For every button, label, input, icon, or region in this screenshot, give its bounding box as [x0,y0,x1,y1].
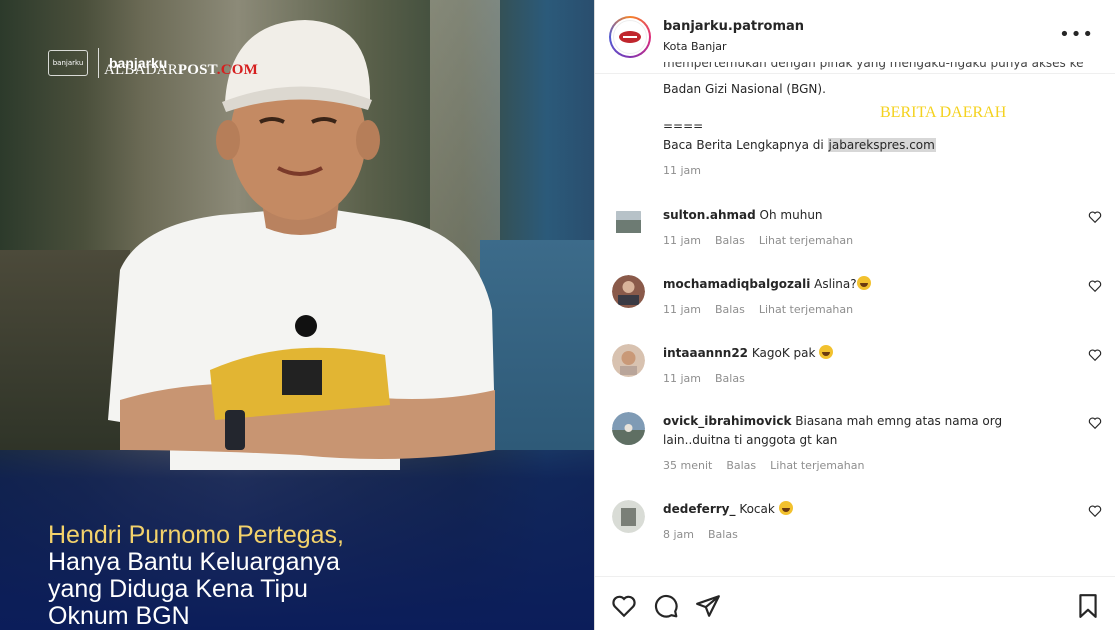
comment-meta: 11 jam Balas Lihat terjemahan [663,231,1063,250]
commenter-avatar[interactable] [612,275,645,308]
headline-line-2: Hanya Bantu Keluarganya [48,548,340,576]
brand-divider [98,48,99,78]
caption-time: 11 jam [663,164,702,177]
reply-button[interactable]: Balas [715,300,745,319]
see-translation-button[interactable]: Lihat terjemahan [759,300,853,319]
comment-icon[interactable] [653,593,679,619]
comment-item: mochamadiqbalgozali Aslina? 11 jam Balas… [595,275,1115,335]
comment-item: ovick_ibrahimovick Biasana mah emng atas… [595,412,1115,472]
comment-time: 11 jam [663,303,702,316]
caption-read-more: Baca Berita Lengkapnya di jabarekspres.c… [663,136,1103,155]
comment-body: sulton.ahmad Oh muhun 11 jam Balas Lihat… [663,206,1063,250]
profile-username[interactable]: banjarku.patroman [663,19,804,34]
heart-icon[interactable] [1088,504,1102,518]
watermark-part-1: ALBADAR [104,62,178,78]
comment-username[interactable]: ovick_ibrahimovick [663,414,791,428]
caption-clipped-line: mempertemukan dengan pihak yang mengaku-… [663,62,1103,80]
brand-mark-text: banjarku [52,59,84,67]
comment-time: 11 jam [663,234,702,247]
caption-line-1: Badan Gizi Nasional (BGN). [663,82,826,96]
caption-read-more-prefix: Baca Berita Lengkapnya di [663,138,828,152]
post-sidebar: banjarku.patroman Kota Banjar ••• memper… [594,0,1115,630]
profile-avatar[interactable] [609,16,651,58]
headline-line-4: Oknum BGN [48,602,190,630]
watermark-albadarpost: ALBADARPOST.COM [104,62,258,79]
post-image[interactable]: banjarku banjarku ALBADARPOST.COM Hendri… [0,0,594,630]
laughing-emoji-icon [778,501,793,515]
more-options-icon[interactable]: ••• [1059,26,1094,44]
comment-body: mochamadiqbalgozali Aslina? 11 jam Balas… [663,275,1063,319]
post-location[interactable]: Kota Banjar [663,40,727,53]
comment-item: sulton.ahmad Oh muhun 11 jam Balas Lihat… [595,206,1115,266]
comment-text: KagoK pak [751,346,816,360]
comment-text: Aslina? [814,277,857,291]
caption-clipped-text: mempertemukan dengan pihak yang mengaku-… [663,62,1084,70]
see-translation-button[interactable]: Lihat terjemahan [770,456,864,475]
commenter-avatar[interactable] [612,206,645,239]
reply-button[interactable]: Balas [715,231,745,250]
commenter-avatar[interactable] [612,344,645,377]
headline-line-1: Hendri Purnomo Pertegas, [48,521,344,549]
bookmark-icon[interactable] [1075,593,1101,619]
see-translation-button[interactable]: Lihat terjemahan [759,231,853,250]
commenter-avatar[interactable] [612,412,645,445]
comment-time: 11 jam [663,372,702,385]
watermark-part-2: POST [177,62,217,78]
comment-username[interactable]: mochamadiqbalgozali [663,277,810,291]
comment-text: Oh muhun [759,208,823,222]
headline-line-3: yang Diduga Kena Tipu [48,575,308,603]
reply-button[interactable]: Balas [726,456,756,475]
comment-username[interactable]: intaaannn22 [663,346,748,360]
commenter-avatar[interactable] [612,500,645,533]
comment-time: 35 menit [663,459,713,472]
comment-meta: 8 jam Balas [663,525,1063,544]
comment-body: ovick_ibrahimovick Biasana mah emng atas… [663,412,1063,475]
comment-body: dedeferry_ Kocak 8 jam Balas [663,500,1063,544]
laughing-emoji-icon [856,276,871,290]
comment-meta: 11 jam Balas Lihat terjemahan [663,300,1063,319]
post-action-bar [595,576,1115,630]
person-illustration [108,20,495,470]
laughing-emoji-icon [819,345,834,359]
reply-button[interactable]: Balas [708,525,738,544]
watermark-part-3: .COM [216,62,258,78]
profile-logo-icon [619,31,641,43]
comment-time: 8 jam [663,528,695,541]
comment-text: Kocak [739,502,775,516]
headline: Hendri Purnomo Pertegas, Hanya Bantu Kel… [48,522,588,630]
heart-icon[interactable] [1088,210,1102,224]
comment-meta: 35 menit Balas Lihat terjemahan [663,456,1063,475]
heart-icon[interactable] [1088,348,1102,362]
brand-mark-icon: banjarku [48,50,88,76]
send-icon[interactable] [695,593,721,619]
heart-icon[interactable] [611,593,637,619]
heart-icon[interactable] [1088,416,1102,430]
comment-meta: 11 jam Balas [663,369,1063,388]
comment-item: dedeferry_ Kocak 8 jam Balas [595,500,1115,560]
reply-button[interactable]: Balas [715,369,745,388]
heart-icon[interactable] [1088,279,1102,293]
watermark-berita-daerah: BERITA DAERAH [880,104,1007,121]
caption-source-link[interactable]: jabarekspres.com [827,138,936,152]
comment-item: intaaannn22 KagoK pak 11 jam Balas [595,344,1115,404]
comment-username[interactable]: dedeferry_ [663,502,735,516]
comment-body: intaaannn22 KagoK pak 11 jam Balas [663,344,1063,388]
comment-username[interactable]: sulton.ahmad [663,208,756,222]
